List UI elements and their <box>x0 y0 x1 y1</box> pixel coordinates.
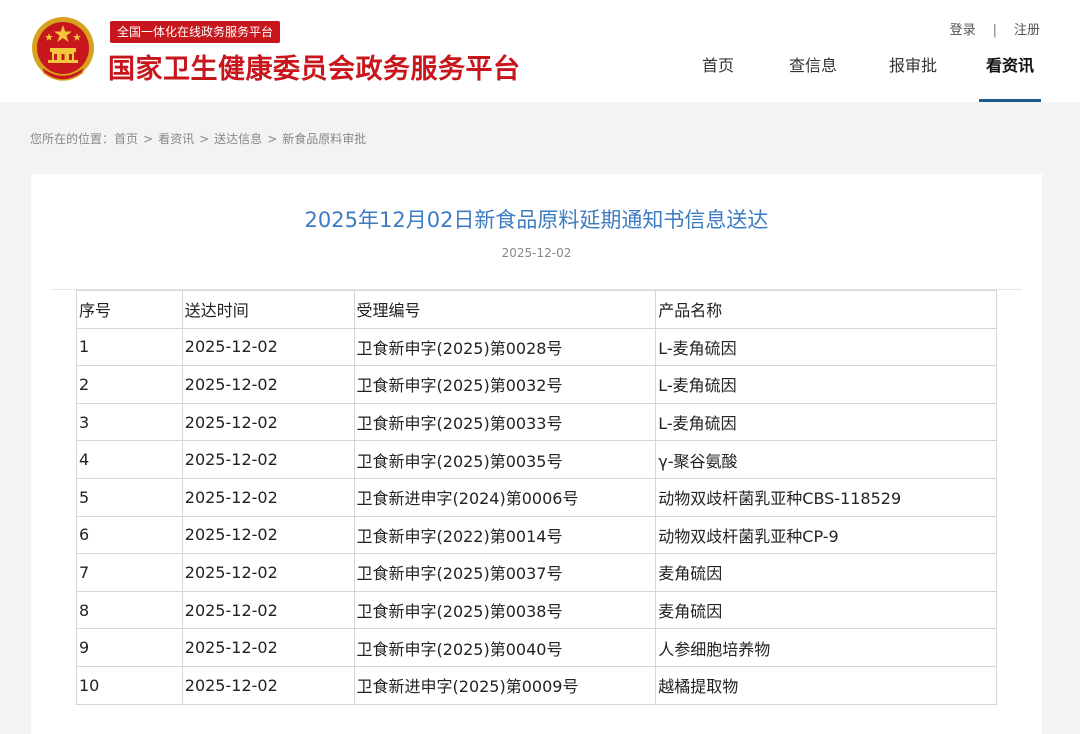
site-title[interactable]: 国家卫生健康委员会政务服务平台 <box>108 47 521 86</box>
cell-product-name: L-麦角硫因 <box>655 365 997 404</box>
breadcrumb-item-news[interactable]: 看资讯 <box>158 132 194 146</box>
delivery-table: 序号 送达时间 受理编号 产品名称 1 2025-12-02 卫食新申字(202… <box>76 290 997 705</box>
breadcrumb: 您所在的位置：首页 > 看资讯 > 送达信息 > 新食品原料审批 <box>30 130 366 147</box>
table-header-row: 序号 送达时间 受理编号 产品名称 <box>76 290 997 329</box>
cell-index: 3 <box>76 402 183 442</box>
account-links: 登录 | 注册 <box>950 19 1040 38</box>
cell-index: 2 <box>76 365 183 404</box>
table-row: 9 2025-12-02 卫食新申字(2025)第0040号 人参细胞培养物 <box>76 628 997 667</box>
cell-index: 10 <box>76 665 183 705</box>
site-header: 全国一体化在线政务服务平台 国家卫生健康委员会政务服务平台 登录 | 注册 首页 查… <box>0 0 1080 102</box>
breadcrumb-item-delivery[interactable]: 送达信息 <box>214 132 262 146</box>
table-row: 5 2025-12-02 卫食新进申字(2024)第0006号 动物双歧杆菌乳亚… <box>76 477 997 517</box>
cell-index: 5 <box>76 477 183 517</box>
cell-index: 6 <box>76 515 183 555</box>
cell-product-name: L-麦角硫因 <box>655 402 997 442</box>
cell-acceptance-number: 卫食新申字(2025)第0035号 <box>353 440 657 479</box>
nav-item-query-info[interactable]: 查信息 <box>783 54 843 102</box>
cell-product-name: 麦角硫因 <box>655 553 997 592</box>
cell-delivery-time: 2025-12-02 <box>181 553 355 592</box>
cell-index: 9 <box>76 628 183 667</box>
table-row: 2 2025-12-02 卫食新申字(2025)第0032号 L-麦角硫因 <box>76 365 997 404</box>
cell-delivery-time: 2025-12-02 <box>181 665 355 705</box>
table-row: 1 2025-12-02 卫食新申字(2025)第0028号 L-麦角硫因 <box>76 327 997 367</box>
header-cell-acceptance-number: 受理编号 <box>353 290 657 329</box>
platform-tag: 全国一体化在线政务服务平台 <box>110 21 281 43</box>
cell-delivery-time: 2025-12-02 <box>181 327 355 367</box>
table-row: 10 2025-12-02 卫食新进申字(2025)第0009号 越橘提取物 <box>76 665 997 705</box>
breadcrumb-separator: > <box>267 132 278 146</box>
cell-product-name: 动物双歧杆菌乳亚种CP-9 <box>655 515 997 555</box>
cell-delivery-time: 2025-12-02 <box>181 402 355 442</box>
register-link[interactable]: 注册 <box>1014 23 1040 38</box>
breadcrumb-separator: > <box>143 132 154 146</box>
national-emblem-icon[interactable] <box>30 15 96 83</box>
cell-index: 8 <box>76 590 183 630</box>
cell-product-name: 越橘提取物 <box>655 665 997 705</box>
article-date: 2025-12-02 <box>501 246 572 260</box>
cell-product-name: 麦角硫因 <box>655 590 997 630</box>
cell-index: 7 <box>76 553 183 592</box>
cell-delivery-time: 2025-12-02 <box>181 440 355 479</box>
nav-item-news[interactable]: 看资讯 <box>979 54 1041 102</box>
table-row: 8 2025-12-02 卫食新申字(2025)第0038号 麦角硫因 <box>76 590 997 630</box>
cell-delivery-time: 2025-12-02 <box>181 515 355 555</box>
header-cell-index: 序号 <box>76 290 183 329</box>
nav-item-submit-approval[interactable]: 报审批 <box>883 54 943 102</box>
main-nav: 首页 查信息 报审批 看资讯 <box>687 54 1041 102</box>
cell-acceptance-number: 卫食新申字(2025)第0032号 <box>353 365 657 404</box>
cell-delivery-time: 2025-12-02 <box>181 365 355 404</box>
table-row: 7 2025-12-02 卫食新申字(2025)第0037号 麦角硫因 <box>76 553 997 592</box>
breadcrumb-prefix: 您所在的位置： <box>30 132 115 146</box>
table-row: 4 2025-12-02 卫食新申字(2025)第0035号 γ-聚谷氨酸 <box>76 440 997 479</box>
cell-product-name: γ-聚谷氨酸 <box>655 440 997 479</box>
cell-acceptance-number: 卫食新申字(2025)第0040号 <box>353 628 657 667</box>
cell-product-name: 人参细胞培养物 <box>655 628 997 667</box>
cell-acceptance-number: 卫食新申字(2025)第0033号 <box>353 402 657 442</box>
cell-acceptance-number: 卫食新申字(2025)第0037号 <box>353 553 657 592</box>
cell-acceptance-number: 卫食新申字(2025)第0038号 <box>353 590 657 630</box>
cell-acceptance-number: 卫食新申字(2022)第0014号 <box>353 515 657 555</box>
cell-acceptance-number: 卫食新申字(2025)第0028号 <box>353 327 657 367</box>
table-row: 3 2025-12-02 卫食新申字(2025)第0033号 L-麦角硫因 <box>76 402 997 442</box>
article-title: 2025年12月02日新食品原料延期通知书信息送达 <box>304 208 769 232</box>
article-panel: 2025年12月02日新食品原料延期通知书信息送达 2025-12-02 序号 … <box>31 174 1042 734</box>
cell-index: 1 <box>76 327 183 367</box>
cell-delivery-time: 2025-12-02 <box>181 590 355 630</box>
cell-delivery-time: 2025-12-02 <box>181 477 355 517</box>
cell-product-name: 动物双歧杆菌乳亚种CBS-118529 <box>655 477 997 517</box>
table-row: 6 2025-12-02 卫食新申字(2022)第0014号 动物双歧杆菌乳亚种… <box>76 515 997 555</box>
breadcrumb-item-current[interactable]: 新食品原料审批 <box>282 132 366 146</box>
breadcrumb-separator: > <box>199 132 210 146</box>
login-link[interactable]: 登录 <box>950 23 976 38</box>
header-cell-product-name: 产品名称 <box>655 290 997 329</box>
cell-acceptance-number: 卫食新进申字(2024)第0006号 <box>353 477 657 517</box>
breadcrumb-item-home[interactable]: 首页 <box>114 132 138 146</box>
cell-product-name: L-麦角硫因 <box>655 327 997 367</box>
cell-delivery-time: 2025-12-02 <box>181 628 355 667</box>
cell-index: 4 <box>76 440 183 479</box>
cell-acceptance-number: 卫食新进申字(2025)第0009号 <box>353 665 657 705</box>
nav-item-home[interactable]: 首页 <box>687 54 749 102</box>
header-cell-delivery-time: 送达时间 <box>181 290 355 329</box>
account-separator: | <box>992 23 997 38</box>
